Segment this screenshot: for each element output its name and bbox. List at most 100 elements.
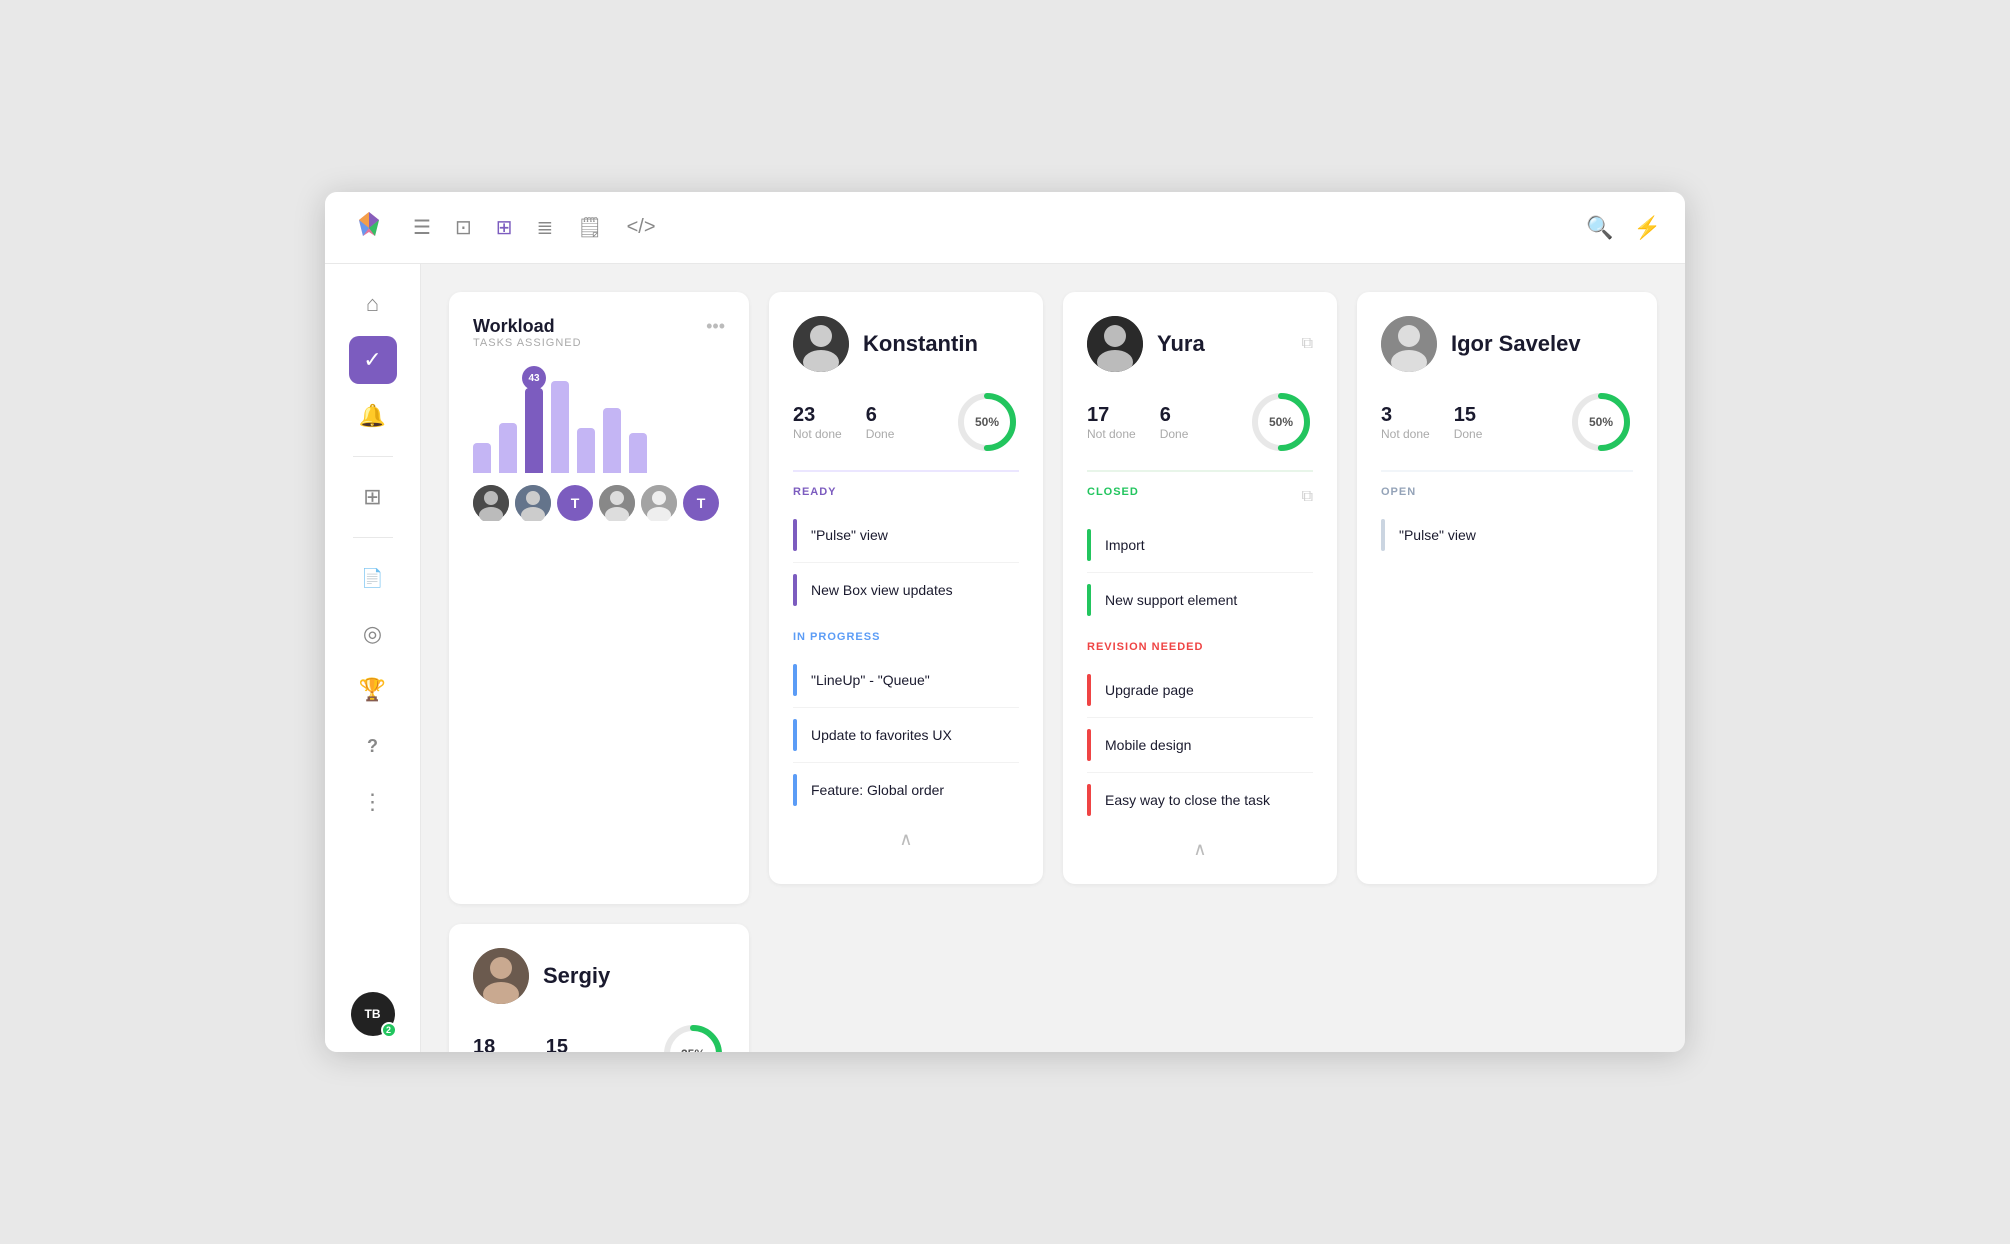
sidebar-item-notifications[interactable]: 🔔 [349,392,397,440]
konstantin-done: 6 [866,404,895,427]
sergiy-progress: 25% [661,1022,725,1052]
workload-av-5 [641,485,677,521]
sidebar-item-more[interactable]: ⋮ [349,778,397,826]
yura-copy-icon2[interactable]: ⧉ [1302,488,1313,506]
grid-icon[interactable]: ⊞ [496,215,513,240]
sergiy-done: 15 [546,1036,575,1053]
igor-progress-label: 50% [1589,415,1613,429]
konstantin-collapse-btn[interactable]: ∧ [793,829,1019,850]
konstantin-in-progress-tag: IN PROGRESS [793,631,1019,643]
task-label: New support element [1105,592,1237,608]
board-icon[interactable]: ⊡ [455,215,472,240]
sidebar-divider-1 [353,456,393,457]
konstantin-ready-tasks: "Pulse" view New Box view updates [793,508,1019,617]
search-icon[interactable]: 🔍 [1586,215,1613,241]
task-label: Update to favorites UX [811,727,952,743]
workload-card: Workload TASKS ASSIGNED ••• [449,292,749,904]
sidebar-item-apps[interactable]: ⊞ [349,473,397,521]
konstantin-done-label: Done [866,427,895,441]
task-label: Mobile design [1105,737,1191,753]
yura-progress: 50% [1249,390,1313,454]
konstantin-in-progress-tasks: "LineUp" - "Queue" Update to favorites U… [793,653,1019,817]
sidebar-item-doc[interactable]: 📄 [349,554,397,602]
sergiy-not-done: 18 [473,1036,522,1053]
task-label: Feature: Global order [811,782,944,798]
task-item: Import [1087,518,1313,573]
task-item: "Pulse" view [1381,508,1633,562]
task-label: "Pulse" view [1399,527,1476,543]
task-bar [1087,729,1091,761]
sidebar-item-help[interactable]: ? [349,722,397,770]
bar-3 [525,388,543,473]
toolbar-icons: ☰ ⊡ ⊞ ≣ 🗒 </> [413,215,1586,240]
task-label: "LineUp" - "Queue" [811,672,930,688]
code-icon[interactable]: </> [627,216,656,239]
workload-more-icon[interactable]: ••• [706,316,725,337]
konstantin-in-progress-section: IN PROGRESS "LineUp" - "Queue" Update to… [793,631,1019,817]
konstantin-progress: 50% [955,390,1019,454]
bar-5 [577,428,595,473]
yura-card: Yura ⧉ 17 Not done 6 Done [1063,292,1337,884]
yura-copy-icon[interactable]: ⧉ [1302,335,1313,353]
igor-avatar [1381,316,1437,372]
tasks-icon[interactable]: ≣ [536,215,553,240]
igor-not-done: 3 [1381,404,1430,427]
konstantin-name: Konstantin [863,331,978,357]
task-bar [1087,784,1091,816]
yura-closed-tasks: Import New support element [1087,518,1313,627]
bar-1 [473,443,491,473]
yura-revision-section: REVISION NEEDED Upgrade page Mobile desi… [1087,641,1313,827]
sidebar-item-radio[interactable]: ◎ [349,610,397,658]
sergiy-card: Sergiy 18 Not done 15 Done [449,924,749,1052]
workload-av-1 [473,485,509,521]
list-icon[interactable]: ☰ [413,215,431,240]
workload-avatars: T T [473,485,725,521]
task-bar [793,574,797,606]
igor-card: Igor Savelev 3 Not done 15 Done [1357,292,1657,884]
yura-closed-tag: CLOSED [1087,486,1139,498]
task-item: Feature: Global order [793,763,1019,817]
bar-6 [603,408,621,473]
task-bar [1087,584,1091,616]
sergiy-name: Sergiy [543,963,610,989]
top-bar: ☰ ⊡ ⊞ ≣ 🗒 </> 🔍 ⚡ [325,192,1685,264]
sidebar-item-tasks[interactable]: ✓ [349,336,397,384]
task-label: Upgrade page [1105,682,1194,698]
igor-not-done-label: Not done [1381,427,1430,441]
cards-grid: Workload TASKS ASSIGNED ••• [449,292,1657,1052]
yura-collapse-btn[interactable]: ∧ [1087,839,1313,860]
avatar-initials: TB [365,1007,381,1021]
task-item: Update to favorites UX [793,708,1019,763]
task-item: New support element [1087,573,1313,627]
sidebar-item-trophy[interactable]: 🏆 [349,666,397,714]
yura-done: 6 [1160,404,1189,427]
task-label: New Box view updates [811,582,953,598]
konstantin-ready-tag: READY [793,486,1019,498]
task-bar [1381,519,1385,551]
task-item: "LineUp" - "Queue" [793,653,1019,708]
sidebar-item-home[interactable]: ⌂ [349,280,397,328]
yura-done-label: Done [1160,427,1189,441]
yura-not-done: 17 [1087,404,1136,427]
bar-2 [499,423,517,473]
task-item: "Pulse" view [793,508,1019,563]
task-item: New Box view updates [793,563,1019,617]
bolt-icon[interactable]: ⚡ [1634,215,1661,241]
workload-av-6: T [683,485,719,521]
user-avatar[interactable]: TB 2 [351,992,395,1036]
task-item: Mobile design [1087,718,1313,773]
igor-progress: 50% [1569,390,1633,454]
yura-avatar [1087,316,1143,372]
bar-7 [629,433,647,473]
igor-done: 15 [1454,404,1483,427]
task-bar [793,664,797,696]
task-bar [793,519,797,551]
top-bar-right: 🔍 ⚡ [1586,215,1661,241]
konstantin-avatar [793,316,849,372]
task-bar [793,774,797,806]
avatar-badge: 2 [381,1022,397,1038]
workload-av-3: T [557,485,593,521]
task-bar [793,719,797,751]
workload-chart: 43 [473,373,725,473]
doc-icon[interactable]: 🗒 [577,215,602,240]
